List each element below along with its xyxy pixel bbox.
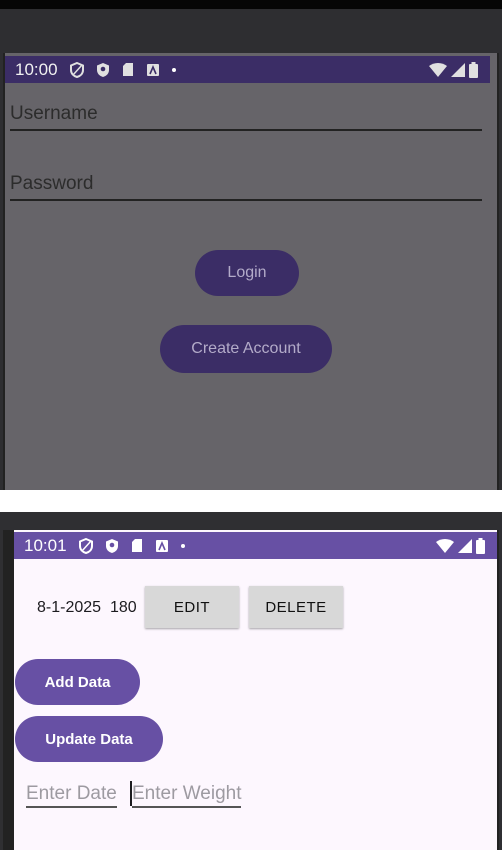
screenshot-divider xyxy=(0,490,502,512)
record-date: 8-1-2025 xyxy=(37,599,102,616)
sd-card-icon xyxy=(131,538,143,553)
add-data-button[interactable]: Add Data xyxy=(15,659,140,705)
record-weight: 180 xyxy=(110,599,137,616)
window-top-edge xyxy=(0,0,502,9)
battery-icon xyxy=(469,61,478,78)
date-input[interactable]: Enter Date xyxy=(26,783,117,808)
status-time: 10:00 xyxy=(15,59,58,79)
status-bar: 10:01 xyxy=(14,532,497,559)
password-placeholder: Password xyxy=(10,173,94,194)
shield-filled-icon xyxy=(105,538,119,554)
login-form: Username Password Login Create Account xyxy=(5,83,490,490)
weight-input[interactable]: Enter Weight xyxy=(132,783,242,808)
update-data-button[interactable]: Update Data xyxy=(15,716,163,762)
shield-filled-icon xyxy=(96,62,110,78)
username-placeholder: Username xyxy=(10,103,98,124)
status-time: 10:01 xyxy=(24,535,67,555)
notification-dot-icon xyxy=(180,543,185,548)
battery-icon xyxy=(476,537,485,554)
app-store-icon xyxy=(155,539,169,553)
app-store-icon xyxy=(146,63,160,77)
notification-dot-icon xyxy=(171,67,176,72)
login-button[interactable]: Login xyxy=(195,250,299,296)
create-account-button[interactable]: Create Account xyxy=(160,325,332,373)
login-screenshot: 10:00 Username Password Login Create Acc… xyxy=(0,0,502,490)
password-input[interactable]: Password xyxy=(10,159,482,201)
delete-button[interactable]: DELETE xyxy=(249,586,343,628)
cellular-signal-icon xyxy=(451,62,465,77)
edit-button[interactable]: EDIT xyxy=(145,586,239,628)
data-screenshot: 10:01 8-1-2025 180 EDIT DELETE Add Data … xyxy=(0,512,502,850)
sd-card-icon xyxy=(122,62,134,77)
wifi-icon xyxy=(436,538,454,553)
data-screen-content: 8-1-2025 180 EDIT DELETE Add Data Update… xyxy=(14,559,497,850)
shield-outline-icon xyxy=(78,537,93,554)
shield-outline-icon xyxy=(69,61,84,78)
cellular-signal-icon xyxy=(458,538,472,553)
wifi-icon xyxy=(429,62,447,77)
username-input[interactable]: Username xyxy=(10,89,482,131)
status-bar: 10:00 xyxy=(5,56,490,83)
